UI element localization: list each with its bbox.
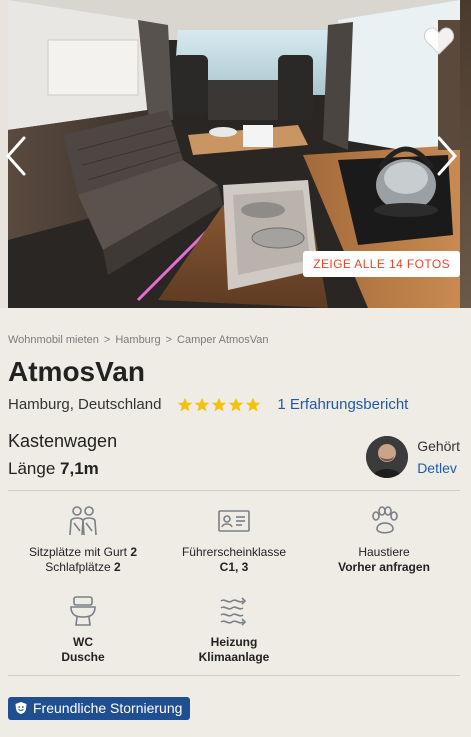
divider: [8, 490, 460, 491]
shower-value: Dusche: [61, 650, 105, 664]
cancellation-label: Freundliche Stornierung: [33, 700, 183, 716]
paw-icon: [372, 506, 398, 534]
heating-icon: [220, 597, 247, 626]
breadcrumb-link-rent[interactable]: Wohnmobil mieten: [8, 334, 99, 346]
owner-avatar[interactable]: [366, 436, 409, 478]
aircon-value: Klimaanlage: [198, 650, 270, 664]
seats-icon: [69, 506, 97, 536]
heating-value: Heizung: [210, 635, 258, 649]
previous-photo-button[interactable]: [4, 134, 28, 178]
heart-icon: [424, 27, 454, 55]
breadcrumb: Wohnmobil mieten > Hamburg > Camper Atmo…: [8, 334, 269, 346]
length-label: Länge: [8, 459, 56, 478]
feature-seats: Sitzplätze mit Gurt 2 Schlafplätze 2: [8, 505, 158, 575]
feature-pets: Haustiere Vorher anfragen: [309, 505, 459, 575]
star-icon: [212, 397, 227, 411]
show-all-photos-button[interactable]: ZEIGE ALLE 14 FOTOS: [303, 251, 460, 277]
feature-license: Führerscheinklasse C1, 3: [159, 505, 309, 575]
vehicle-type: Kastenwagen: [8, 431, 118, 451]
length-value: 7,1m: [60, 459, 99, 478]
license-icon: [218, 510, 250, 532]
next-photo-edge: [460, 0, 471, 308]
seats-belt-value: 2: [130, 545, 138, 559]
photo-gallery[interactable]: ZEIGE ALLE 14 FOTOS: [0, 0, 471, 308]
wc-value: WC: [73, 635, 93, 649]
rating-stars: [177, 397, 261, 413]
sleeping-places-label: Schlafplätze: [45, 560, 111, 574]
toilet-icon: [70, 596, 96, 626]
feature-climate: Heizung Klimaanlage: [159, 595, 309, 665]
pets-value: Vorher anfragen: [338, 560, 430, 574]
license-value: C1, 3: [219, 560, 249, 574]
sleeping-places-value: 2: [114, 560, 121, 574]
reviews-link[interactable]: 1 Erfahrungsbericht: [277, 396, 408, 413]
chevron-left-icon: [5, 136, 26, 176]
license-label: Führerscheinklasse: [181, 545, 287, 559]
star-icon: [178, 397, 193, 411]
pets-label: Haustiere: [358, 545, 410, 559]
owner-info: Gehört Detlev: [366, 436, 460, 478]
smiley-shield-icon: [15, 702, 27, 714]
location-rating-row: Hamburg, Deutschland 1 Erfahrungsbericht: [8, 396, 460, 413]
breadcrumb-separator: >: [165, 334, 173, 346]
owner-label: Gehört: [417, 438, 460, 454]
avatar-photo: [366, 436, 409, 478]
chevron-right-icon: [437, 136, 458, 176]
divider: [8, 675, 460, 676]
owner-name-link[interactable]: Detlev: [417, 460, 460, 476]
seats-belt-label: Sitzplätze mit Gurt: [28, 545, 127, 559]
location-text: Hamburg, Deutschland: [8, 396, 162, 413]
breadcrumb-link-hamburg[interactable]: Hamburg: [115, 334, 160, 346]
star-icon: [195, 397, 210, 411]
next-photo-button[interactable]: [435, 134, 459, 178]
star-icon: [229, 397, 244, 411]
favorite-button[interactable]: [423, 26, 455, 56]
vehicle-length: Länge 7,1m: [8, 459, 99, 479]
breadcrumb-link-camper[interactable]: Camper AtmosVan: [177, 334, 269, 346]
listing-title: AtmosVan: [8, 356, 145, 387]
breadcrumb-separator: >: [103, 334, 111, 346]
feature-sanitary: WC Dusche: [8, 595, 158, 665]
star-icon: [246, 397, 261, 411]
cancellation-badge[interactable]: Freundliche Stornierung: [8, 697, 191, 720]
